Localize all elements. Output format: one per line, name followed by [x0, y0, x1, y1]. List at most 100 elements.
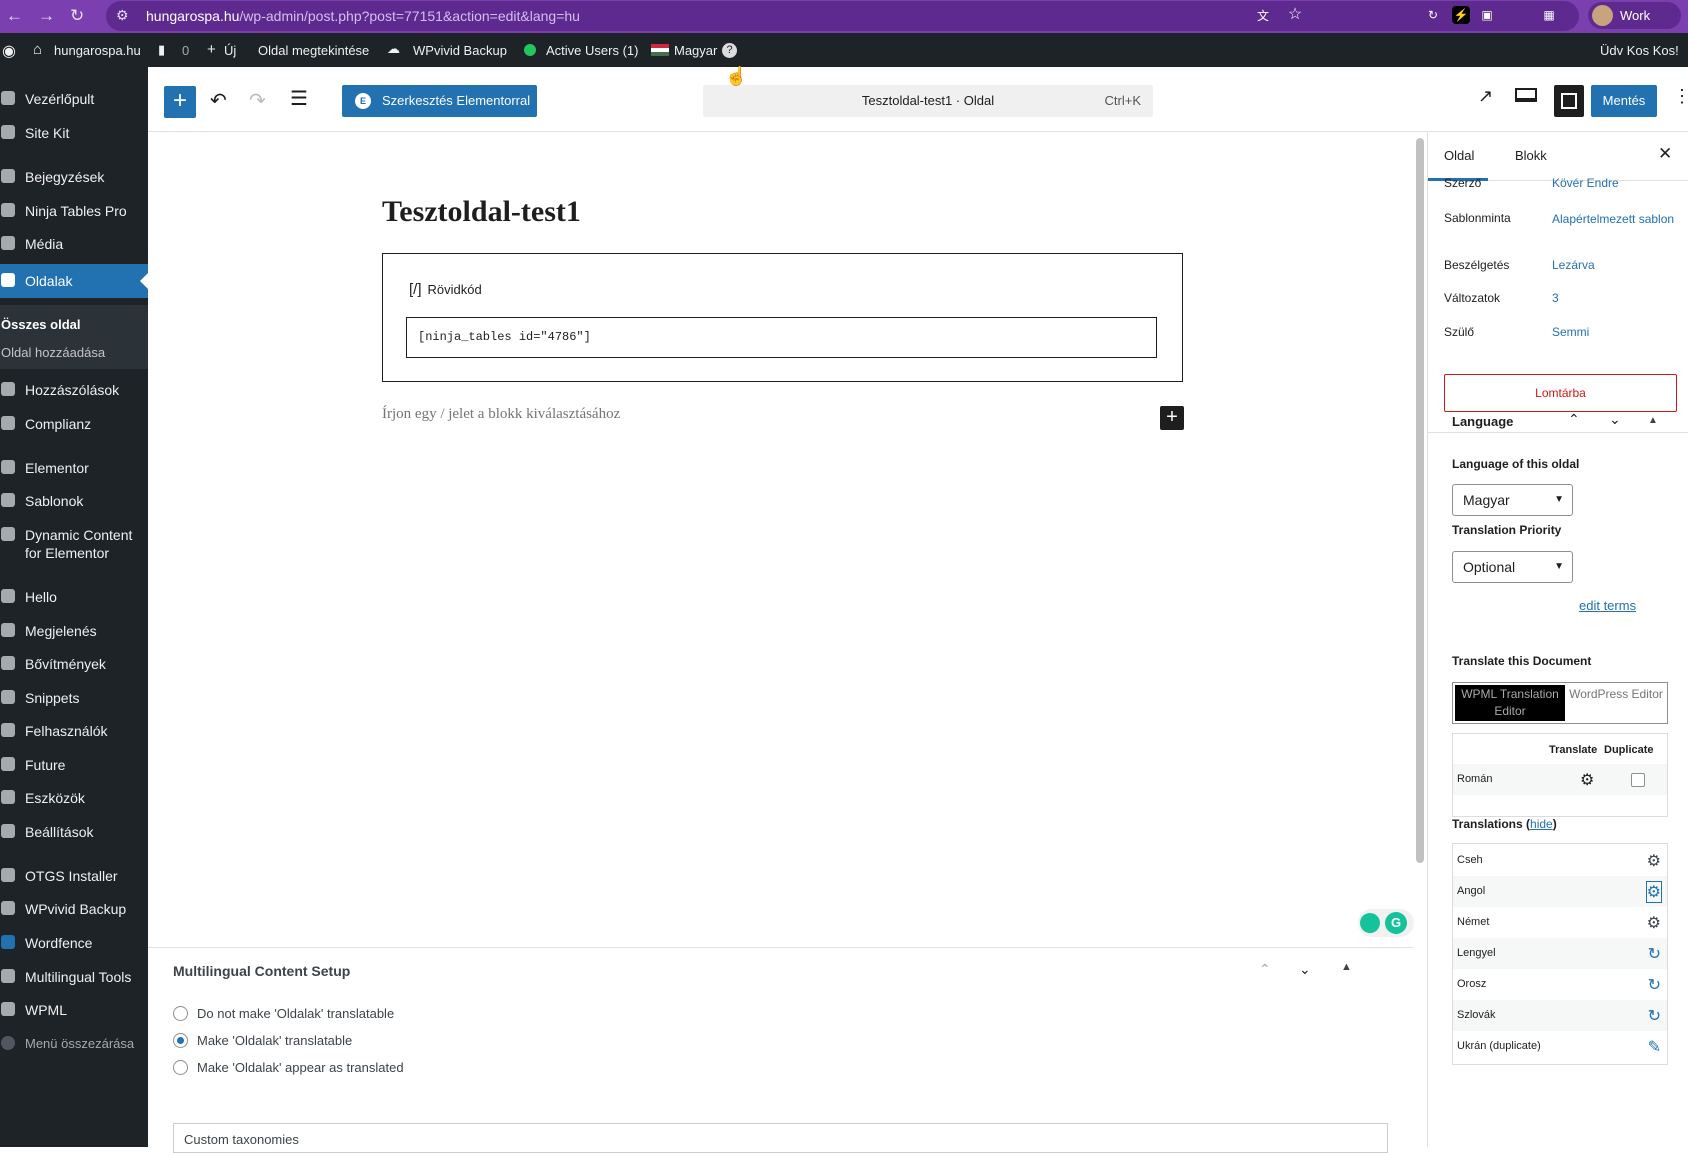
shortcode-block[interactable]: [/] Rövidkód [ninja_tables id="4786"]: [382, 253, 1183, 382]
sidebar-item-wpml[interactable]: WPML: [0, 993, 148, 1027]
backup-link[interactable]: WPvivid Backup: [413, 43, 507, 58]
pencil-icon[interactable]: ✎: [1648, 1037, 1661, 1057]
profile-button[interactable]: Work: [1588, 2, 1681, 29]
author-value[interactable]: Kövér Endre: [1552, 176, 1677, 190]
address-bar[interactable]: ⚙ hungarospa.hu/wp-admin/post.php?post=7…: [106, 1, 1579, 31]
puzzle-icon[interactable]: ▦: [1540, 6, 1558, 24]
help-icon[interactable]: ?: [722, 43, 737, 58]
priority-select[interactable]: Optional ▼: [1452, 551, 1573, 583]
duplicate-checkbox[interactable]: [1631, 773, 1645, 787]
refresh-icon[interactable]: ↻: [1648, 975, 1661, 995]
canvas-scrollbar[interactable]: [1416, 138, 1424, 863]
command-palette-button[interactable]: Tesztoldal-test1 · Oldal Ctrl+K: [703, 85, 1153, 117]
gear-icon[interactable]: ⚙: [1647, 913, 1661, 933]
collapse-toggle-icon[interactable]: ▲: [1648, 415, 1658, 426]
gear-icon[interactable]: ⚙: [1645, 881, 1663, 903]
redo-icon[interactable]: ↷: [249, 88, 266, 113]
undo-icon[interactable]: ↶: [210, 88, 227, 113]
tab-page[interactable]: Oldal: [1444, 148, 1474, 163]
comments-count[interactable]: 0: [182, 43, 189, 58]
new-menu[interactable]: Új: [224, 43, 236, 58]
star-icon[interactable]: ☆: [1286, 6, 1304, 24]
extension-icon[interactable]: ⚡: [1452, 6, 1470, 24]
save-button[interactable]: Mentés: [1591, 85, 1657, 117]
sidebar-item-future[interactable]: Future: [0, 748, 148, 782]
gear-icon[interactable]: ⚙: [1647, 851, 1661, 871]
sidebar-item-otgs-installer[interactable]: OTGS Installer: [0, 859, 148, 893]
move-down-icon[interactable]: ⌄: [1299, 961, 1311, 978]
discussion-value[interactable]: Lezárva: [1552, 258, 1677, 272]
sidebar-item-site-kit[interactable]: Site Kit: [0, 116, 148, 150]
grammarly-widget[interactable]: G: [1358, 909, 1414, 937]
radio-translatable[interactable]: Make 'Oldalak' translatable: [173, 1033, 352, 1048]
reload-icon[interactable]: ↻: [70, 6, 84, 26]
sidebar-item-users[interactable]: Felhasználók: [0, 714, 148, 748]
close-icon[interactable]: ✕: [1658, 144, 1672, 164]
sidebar-item-wpvivid-backup[interactable]: WPvivid Backup: [0, 892, 148, 926]
language-panel-title[interactable]: Language: [1452, 414, 1513, 429]
shortcode-input[interactable]: [ninja_tables id="4786"]: [406, 317, 1157, 358]
back-icon[interactable]: ←: [6, 6, 23, 26]
sidebar-item-appearance[interactable]: Megjelenés: [0, 614, 148, 648]
move-down-icon[interactable]: ⌄: [1609, 411, 1621, 428]
screen-icon[interactable]: ▣: [1478, 6, 1496, 24]
forward-icon[interactable]: →: [38, 6, 55, 26]
inline-add-block-button[interactable]: +: [1160, 406, 1184, 430]
sidebar-item-plugins[interactable]: Bővítmények: [0, 647, 148, 681]
sidebar-item-pages[interactable]: Oldalak: [0, 264, 148, 298]
submenu-add-page[interactable]: Oldal hozzáadása: [1, 345, 105, 360]
sidebar-collapse-menu[interactable]: Menü összezárása: [0, 1027, 148, 1061]
comment-icon[interactable]: ▮: [158, 42, 165, 58]
sidebar-item-dynamic-content[interactable]: Dynamic Content for Elementor: [0, 518, 148, 568]
sidebar-item-snippets[interactable]: Snippets: [0, 681, 148, 715]
view-page-link[interactable]: Oldal megtekintése: [258, 43, 369, 58]
sidebar-item-hello[interactable]: Hello: [0, 580, 148, 614]
radio-not-translatable[interactable]: Do not make 'Oldalak' translatable: [173, 1006, 394, 1021]
sidebar-item-multilingual-tools[interactable]: Multilingual Tools: [0, 960, 148, 994]
submenu-all-pages[interactable]: Összes oldal: [1, 317, 80, 332]
add-block-button[interactable]: +: [164, 86, 196, 118]
translate-icon[interactable]: 文: [1254, 7, 1272, 25]
sidebar-item-media[interactable]: Média: [0, 227, 148, 261]
wordpress-editor-option[interactable]: WordPress Editor: [1567, 685, 1665, 721]
sidebar-item-templates[interactable]: Sablonok: [0, 484, 148, 518]
sidebar-item-dashboard[interactable]: Vezérlőpult: [0, 82, 148, 116]
tab-block[interactable]: Blokk: [1515, 148, 1547, 163]
account-greeting[interactable]: Üdv Kos Kos!: [1600, 43, 1679, 58]
edit-with-elementor-button[interactable]: E Szerkesztés Elementorral: [342, 85, 537, 117]
revisions-value[interactable]: 3: [1552, 291, 1677, 305]
collapse-toggle-icon[interactable]: ▲: [1341, 961, 1352, 973]
sidebar-item-settings[interactable]: Beállítások: [0, 815, 148, 849]
refresh-icon[interactable]: ↻: [1648, 1006, 1661, 1026]
move-up-icon[interactable]: ⌃: [1259, 961, 1271, 978]
custom-taxonomies-box[interactable]: Custom taxonomies: [173, 1123, 1388, 1153]
parent-value[interactable]: Semmi: [1552, 325, 1677, 339]
language-switcher[interactable]: Magyar: [674, 43, 717, 58]
sidebar-item-ninja-tables[interactable]: Ninja Tables Pro: [0, 194, 148, 228]
sidebar-item-posts[interactable]: Bejegyzések: [0, 160, 148, 194]
template-value[interactable]: Alapértelmezett sablon: [1552, 211, 1677, 227]
more-options-icon[interactable]: ⋮: [1673, 86, 1688, 107]
sidebar-item-wordfence[interactable]: Wordfence: [0, 926, 148, 960]
external-link-icon[interactable]: ↗: [1478, 86, 1493, 107]
sidebar-item-complianz[interactable]: Complianz: [0, 407, 148, 441]
move-to-trash-button[interactable]: Lomtárba: [1444, 374, 1677, 412]
gear-icon[interactable]: ⚙: [1580, 770, 1594, 790]
edit-terms-link[interactable]: edit terms: [1579, 598, 1636, 613]
sidebar-item-elementor[interactable]: Elementor: [0, 451, 148, 485]
active-users-link[interactable]: Active Users (1): [546, 43, 638, 58]
language-select[interactable]: Magyar ▼: [1452, 484, 1573, 516]
site-info-icon[interactable]: ⚙: [116, 7, 129, 24]
radio-appear-translated[interactable]: Make 'Oldalak' appear as translated: [173, 1060, 404, 1075]
settings-sidebar-toggle[interactable]: [1554, 85, 1584, 117]
move-up-icon[interactable]: ⌃: [1568, 411, 1580, 428]
sync-icon[interactable]: ↻: [1424, 6, 1442, 24]
block-placeholder[interactable]: Írjon egy / jelet a blokk kiválasztásáho…: [382, 406, 620, 423]
page-title[interactable]: Tesztoldal-test1: [382, 195, 581, 229]
hide-link[interactable]: hide: [1530, 817, 1553, 831]
wordpress-logo-icon[interactable]: ◉: [2, 41, 16, 61]
site-name-link[interactable]: hungarospa.hu: [54, 43, 141, 58]
document-overview-icon[interactable]: ☰: [290, 86, 308, 111]
sidebar-item-tools[interactable]: Eszközök: [0, 781, 148, 815]
preview-device-icon[interactable]: [1515, 88, 1537, 102]
